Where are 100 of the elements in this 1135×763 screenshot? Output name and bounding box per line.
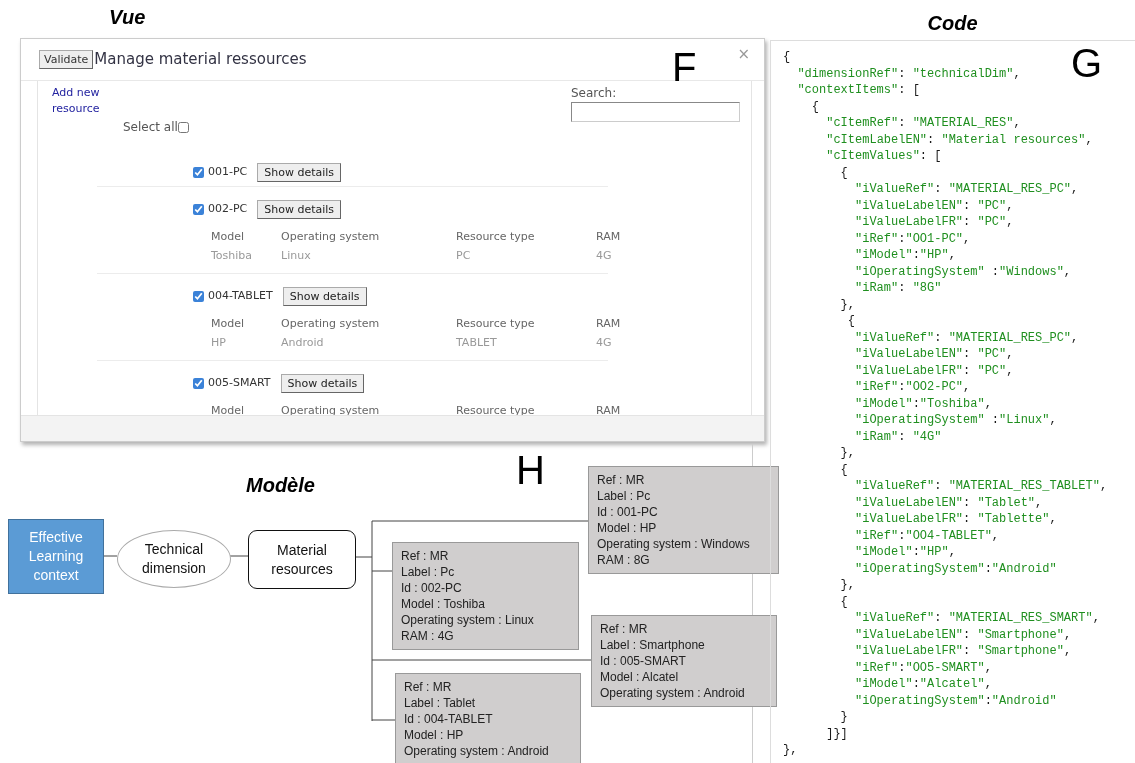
code-line: "iValueLabelEN": "Tablet", xyxy=(854,494,1043,511)
checkbox[interactable] xyxy=(193,378,204,389)
code-line: "iRef":"OO4-TABLET", xyxy=(854,527,1000,544)
code-line: "contextItems": [ xyxy=(796,82,920,99)
figure-marker: G xyxy=(1071,43,1103,83)
detail-value: TABLET xyxy=(456,334,498,351)
column-header: Operating system xyxy=(281,316,381,332)
figure-marker: H xyxy=(516,450,545,490)
code-line: "iValueRef": "MATERIAL_RES_PC", xyxy=(854,181,1079,198)
card-text: Id : 005-SMART xyxy=(600,653,687,669)
code-line: ]}] xyxy=(825,725,848,742)
card-text: Id : 004-TABLET xyxy=(404,711,494,727)
checkbox[interactable] xyxy=(193,167,204,178)
checkbox[interactable] xyxy=(177,121,189,133)
column-header: Model xyxy=(211,316,246,332)
modal-title: Manage material ressources xyxy=(94,49,307,71)
code-line: "iValueLabelEN": "PC", xyxy=(854,197,1014,214)
code-line: { xyxy=(783,49,791,66)
code-line: "iOperatingSystem" :"Linux", xyxy=(854,412,1057,429)
card-text: Model : Alcatel xyxy=(600,669,680,685)
code-line: { xyxy=(839,461,848,478)
card-text: Operating system : Android xyxy=(600,685,746,701)
code-line: "cItemLabelEN": "Material resources", xyxy=(825,131,1093,148)
section-title: Modèle xyxy=(246,473,315,498)
detail-value: Android xyxy=(281,334,325,351)
code-line: } xyxy=(839,709,848,726)
code-line: "iValueRef": "MATERIAL_RES_PC", xyxy=(854,329,1079,346)
column-header: Resource type xyxy=(456,229,536,245)
ellipse-node: Technical dimension xyxy=(117,530,231,588)
search-field[interactable] xyxy=(571,102,740,122)
column-header: Operating system xyxy=(281,229,381,245)
detail-value: 4G xyxy=(596,247,613,264)
code-line: "iValueRef": "MATERIAL_RES_SMART", xyxy=(854,610,1100,627)
figure-marker: F xyxy=(672,47,697,87)
code-line: { xyxy=(839,593,848,610)
card-text: Label : Smartphone xyxy=(600,637,706,653)
connector-line xyxy=(229,555,249,557)
column-header: Model xyxy=(211,403,246,415)
code-line: "iRef":"OO1-PC", xyxy=(854,230,971,247)
code-line: "iValueLabelFR": "Smartphone", xyxy=(854,643,1072,660)
card-text: Label : Pc xyxy=(401,564,456,580)
show-details-button[interactable]: Show details xyxy=(257,200,342,219)
code-line: "iModel":"HP", xyxy=(854,247,956,264)
card-text: RAM : 8G xyxy=(597,552,651,568)
connector-line xyxy=(102,555,118,557)
detail-value: 4G xyxy=(596,334,613,351)
section-title: Vue xyxy=(109,5,146,30)
code-line: "iValueLabelFR": "PC", xyxy=(854,362,1014,379)
resource-id: 004-TABLET xyxy=(208,288,273,305)
detail-value: HP xyxy=(211,334,227,351)
search-label: Search: xyxy=(571,85,618,102)
code-line: }, xyxy=(839,296,855,313)
code-line: "iModel":"Alcatel", xyxy=(854,676,992,693)
column-header: RAM xyxy=(596,229,622,245)
code-line: { xyxy=(839,164,848,181)
code-line: "iValueRef": "MATERIAL_RES_TABLET", xyxy=(854,478,1108,495)
code-line: "iOperatingSystem" :"Windows", xyxy=(854,263,1072,280)
card-text: Model : HP xyxy=(597,520,658,536)
show-details-button[interactable]: Show details xyxy=(280,374,365,393)
card-text: Model : Toshiba xyxy=(401,596,486,612)
code-line: "iRef":"OO5-SMART", xyxy=(854,659,992,676)
add-resource-link[interactable]: Add new resource xyxy=(52,85,112,117)
validate-button[interactable]: Validate xyxy=(39,50,94,69)
code-line: "iValueLabelFR": "Tablette", xyxy=(854,511,1057,528)
card-text: Id : 002-PC xyxy=(401,580,463,596)
code-line: "iRef":"OO2-PC", xyxy=(854,379,971,396)
checkbox[interactable] xyxy=(193,204,204,215)
code-line: }, xyxy=(839,577,855,594)
card-text: Operating system : Windows xyxy=(597,536,751,552)
code-line: "dimensionRef": "technicalDim", xyxy=(796,65,1021,82)
card-text: Operating system : Android xyxy=(404,743,550,759)
code-line: }, xyxy=(839,445,855,462)
code-line: "iValueLabelEN": "Smartphone", xyxy=(854,626,1072,643)
card-text: Label : Tablet xyxy=(404,695,477,711)
card-text: Id : 001-PC xyxy=(597,504,659,520)
resource-id: 002-PC xyxy=(208,201,248,218)
card-text: RAM : 4G xyxy=(401,628,455,644)
show-details-button[interactable]: Show details xyxy=(257,163,342,182)
context-node: Effective Learning context xyxy=(8,519,104,594)
code-line: "iValueLabelEN": "PC", xyxy=(854,346,1014,363)
card-text: Ref : MR xyxy=(600,621,649,637)
column-header: RAM xyxy=(596,316,622,332)
show-details-button[interactable]: Show details xyxy=(282,287,367,306)
card-text: Ref : MR xyxy=(404,679,453,695)
column-header: Model xyxy=(211,229,246,245)
detail-value: Toshiba xyxy=(211,247,254,264)
rounded-node: Material resources xyxy=(248,530,356,589)
code-line: "iOperatingSystem":"Android" xyxy=(854,692,1057,709)
detail-value: PC xyxy=(456,247,472,264)
checkbox[interactable] xyxy=(193,291,204,302)
code-line: "iRam": "8G" xyxy=(854,280,942,297)
card-text: Ref : MR xyxy=(597,472,646,488)
column-header: Resource type xyxy=(456,316,536,332)
card-text: Model : HP xyxy=(404,727,465,743)
code-line: "iValueLabelFR": "PC", xyxy=(854,214,1014,231)
code-line: "iRam": "4G" xyxy=(854,428,942,445)
detail-value: Linux xyxy=(281,247,312,264)
card-text: Ref : MR xyxy=(401,548,450,564)
code-line: "iModel":"Toshiba", xyxy=(854,395,992,412)
resource-id: 001-PC xyxy=(208,164,248,181)
